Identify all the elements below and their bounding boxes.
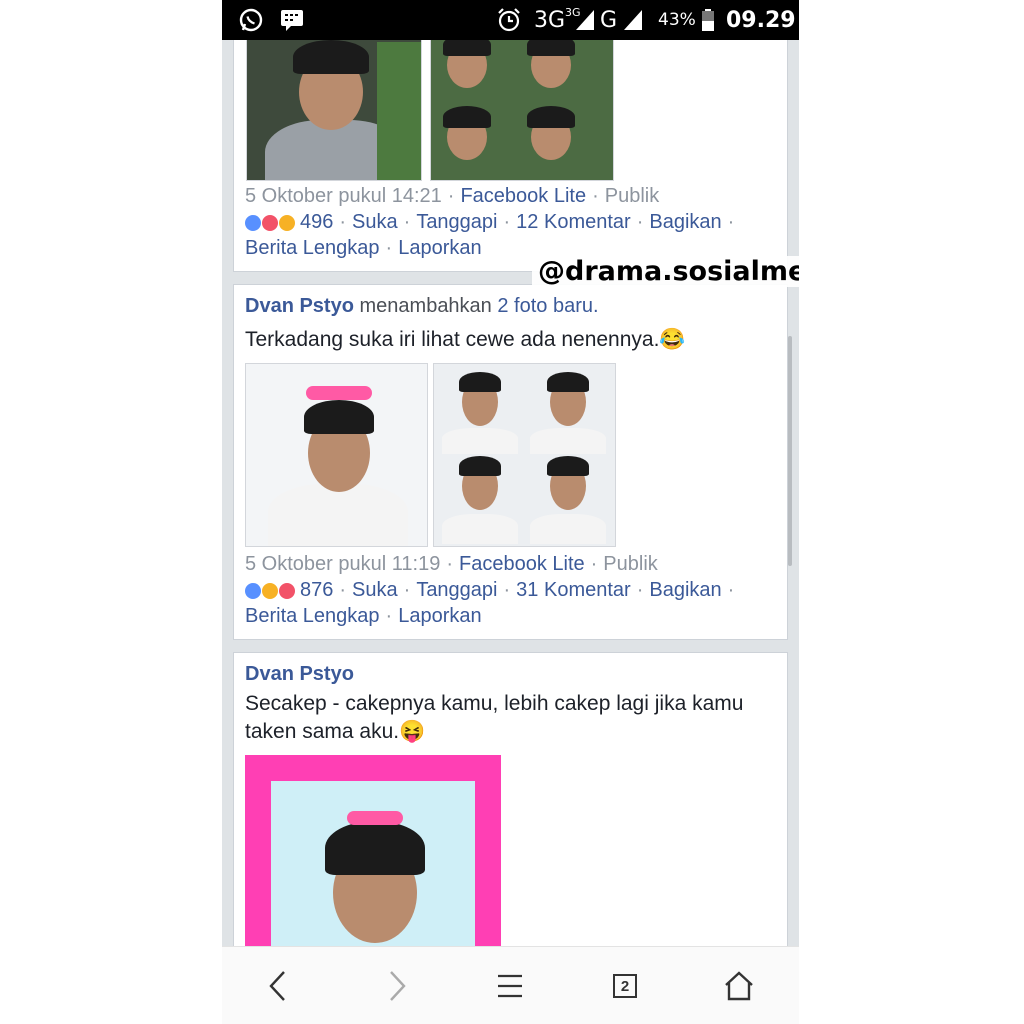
- privacy-label: Publik: [603, 553, 658, 575]
- post-photo[interactable]: [246, 40, 422, 181]
- source-link[interactable]: Facebook Lite: [460, 185, 586, 207]
- reaction-icons[interactable]: [245, 579, 296, 602]
- post-action: menambahkan: [359, 295, 492, 317]
- bbm-icon: [280, 0, 304, 40]
- forward-icon: [390, 971, 406, 1001]
- post-card-2: Dvan Pstyo menambahkan 2 foto baru. Terk…: [233, 284, 788, 640]
- haha-icon: [262, 582, 278, 599]
- post-actions: 876 · Suka · Tanggapi · 31 Komentar · Bagika…: [245, 579, 740, 602]
- alarm-icon: [496, 0, 522, 40]
- whatsapp-icon: [238, 0, 264, 40]
- reaction-count[interactable]: 876: [300, 579, 333, 602]
- haha-icon: [279, 214, 295, 231]
- post-photo-collage[interactable]: [433, 363, 616, 547]
- clock: 09.29: [726, 7, 796, 33]
- report-link[interactable]: Laporkan: [398, 237, 481, 260]
- post-meta: 5 Oktober pukul 14:21 · Facebook Lite · Publ…: [245, 185, 660, 207]
- home-icon: [725, 971, 753, 1001]
- like-icon: [245, 214, 261, 231]
- post-actions-2: Berita Lengkap · Laporkan: [245, 605, 482, 628]
- share-link[interactable]: Bagikan: [649, 579, 721, 602]
- battery-percent: 43%: [658, 10, 696, 30]
- love-icon: [279, 582, 295, 599]
- post-text: Terkadang suka iri lihat cewe ada nenenn…: [245, 328, 686, 351]
- tab-count: 2: [620, 977, 630, 995]
- reaction-icons[interactable]: [245, 211, 296, 234]
- menu-button[interactable]: [480, 947, 540, 1024]
- battery-icon: [702, 0, 714, 40]
- signal-icon: [576, 0, 594, 40]
- watermark: @drama.sosialmedia: [532, 256, 799, 287]
- photos-link[interactable]: 2 foto baru.: [497, 295, 598, 317]
- menu-icon: [498, 974, 522, 998]
- tabs-button[interactable]: 2: [595, 947, 655, 1024]
- signal-icon-2: [624, 0, 642, 40]
- source-link[interactable]: Facebook Lite: [459, 553, 585, 575]
- author-name[interactable]: Dvan Pstyo: [245, 295, 354, 317]
- post-date[interactable]: 5 Oktober pukul 11:19: [245, 553, 440, 575]
- post-header: Dvan Pstyo menambahkan 2 foto baru.: [245, 295, 599, 318]
- status-bar: 3G 3G G 43% 09.29: [222, 0, 799, 40]
- post-photo[interactable]: [245, 363, 428, 547]
- post-card-1: 5 Oktober pukul 14:21 · Facebook Lite · Publ…: [233, 40, 788, 272]
- back-button[interactable]: [248, 947, 308, 1024]
- network-3g: 3G 3G: [534, 5, 581, 33]
- post-date[interactable]: 5 Oktober pukul 14:21: [245, 185, 442, 207]
- report-link[interactable]: Laporkan: [398, 605, 481, 628]
- reaction-count[interactable]: 496: [300, 211, 333, 234]
- post-photo-collage[interactable]: [430, 40, 614, 181]
- post-actions: 496 · Suka · Tanggapi · 12 Komentar · Bagika…: [245, 211, 740, 234]
- phone-screen: 3G 3G G 43% 09.29 5 Oktober pukul 14:21 …: [222, 0, 799, 1024]
- full-story-link[interactable]: Berita Lengkap: [245, 605, 380, 628]
- post-actions-2: Berita Lengkap · Laporkan: [245, 237, 482, 260]
- post-meta: 5 Oktober pukul 11:19 · Facebook Lite · Publ…: [245, 553, 658, 575]
- browser-nav-bar: 2: [222, 946, 799, 1024]
- network-g: G: [600, 7, 618, 33]
- comments-link[interactable]: 12 Komentar: [516, 211, 631, 234]
- back-icon: [269, 971, 285, 1001]
- full-story-link[interactable]: Berita Lengkap: [245, 237, 380, 260]
- like-link[interactable]: Suka: [352, 211, 398, 234]
- post-text: Secakep - cakepnya kamu, lebih cakep lag…: [245, 692, 744, 743]
- reply-link[interactable]: Tanggapi: [416, 211, 497, 234]
- home-button[interactable]: [709, 947, 769, 1024]
- scrollbar[interactable]: [788, 336, 792, 566]
- tabs-icon: 2: [613, 974, 637, 998]
- like-link[interactable]: Suka: [352, 579, 398, 602]
- post-card-3: Dvan Pstyo Secakep - cakepnya kamu, lebi…: [233, 652, 788, 946]
- reply-link[interactable]: Tanggapi: [416, 579, 497, 602]
- share-link[interactable]: Bagikan: [649, 211, 721, 234]
- privacy-label: Publik: [604, 185, 660, 207]
- forward-button[interactable]: [367, 947, 427, 1024]
- author-name[interactable]: Dvan Pstyo: [245, 663, 354, 686]
- news-feed[interactable]: 5 Oktober pukul 14:21 · Facebook Lite · Publ…: [222, 40, 799, 946]
- like-icon: [245, 582, 261, 599]
- love-icon: [262, 214, 278, 231]
- post-photo[interactable]: [245, 755, 501, 946]
- comments-link[interactable]: 31 Komentar: [516, 579, 631, 602]
